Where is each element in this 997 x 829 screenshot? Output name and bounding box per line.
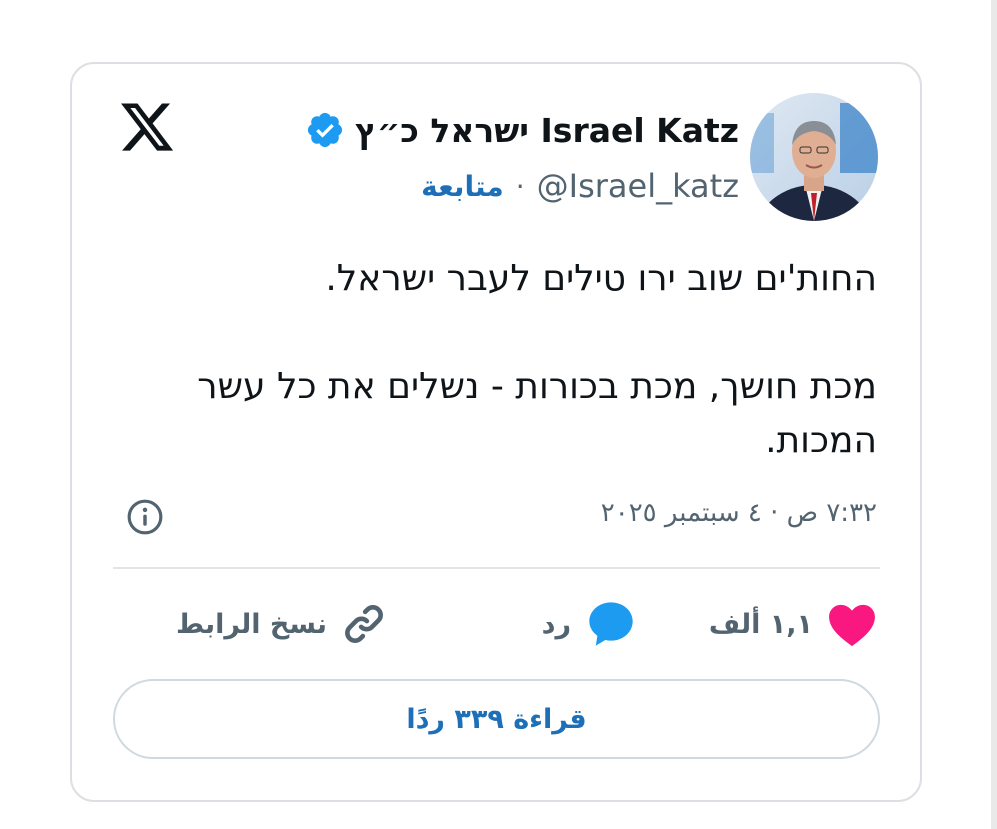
author-handle[interactable]: @Israel_katz	[537, 167, 739, 205]
link-icon	[345, 605, 383, 643]
like-count: ١,١ ألف	[708, 608, 813, 640]
like-button[interactable]: ١,١ ألف	[709, 598, 877, 650]
read-replies-button[interactable]: قراءة ٣٣٩ ردًا	[113, 679, 880, 759]
scrollbar-track	[991, 0, 997, 829]
author-name-row[interactable]: ישראל כ״ץ Israel Katz	[305, 100, 739, 160]
reply-button[interactable]: رد	[542, 598, 637, 650]
copy-link-label: نسخ الرابط	[176, 608, 327, 640]
info-icon[interactable]	[126, 498, 164, 536]
avatar[interactable]	[750, 93, 878, 221]
author-display-name: ישראל כ״ץ Israel Katz	[355, 110, 739, 150]
speech-bubble-icon	[589, 602, 633, 646]
tweet-line: החות'ים שוב ירו טילים לעבר ישראל.	[325, 258, 877, 299]
tweet-timestamp[interactable]: ٧:٣٢ ص · ٤ سبتمبر ٢٠٢٥	[601, 498, 877, 528]
tweet-line: המכות.	[765, 420, 877, 461]
follow-button[interactable]: متابعة	[421, 170, 504, 203]
divider	[113, 567, 880, 569]
page: ْ	[0, 0, 997, 829]
avatar-photo	[750, 93, 878, 221]
tweet-text: החות'ים שוב ירו טילים לעבר ישראל. מכת חו…	[137, 252, 877, 468]
verified-badge-icon	[307, 112, 343, 148]
separator-dot: ·	[515, 169, 525, 203]
author-handle-row: متابعة · @Israel_katz	[421, 164, 739, 208]
x-logo-icon[interactable]	[118, 98, 176, 156]
heart-icon	[829, 604, 875, 647]
reply-label: رد	[541, 608, 571, 640]
tweet-line: מכת חושך, מכת בכורות - נשלים את כל עשר	[197, 366, 877, 407]
copy-link-button[interactable]: نسخ الرابط	[176, 598, 387, 650]
